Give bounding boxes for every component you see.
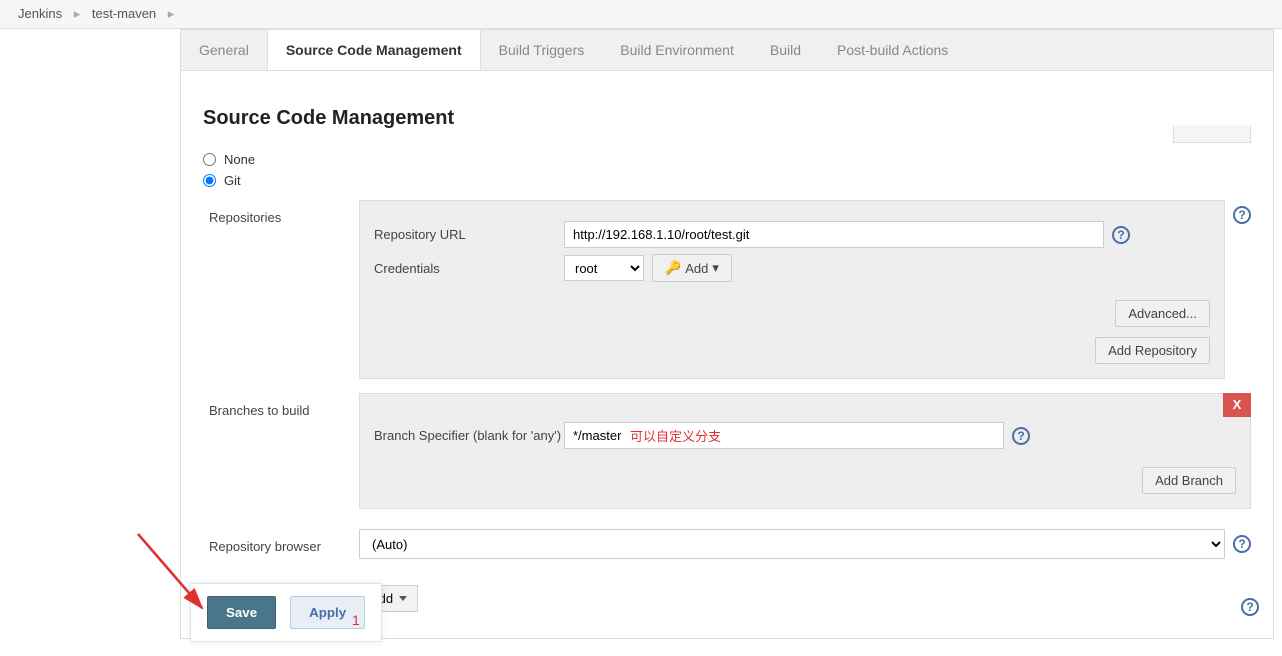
config-tabs: General Source Code Management Build Tri… — [180, 29, 1274, 70]
credentials-select[interactable]: root — [564, 255, 644, 281]
add-repository-button[interactable]: Add Repository — [1095, 337, 1210, 364]
add-credentials-button[interactable]: 🔑 Add ▾ — [652, 254, 732, 282]
add-branch-row: Add Branch — [374, 467, 1236, 494]
dropdown-caret-icon: ▾ — [712, 260, 719, 276]
ghost-button — [1173, 125, 1251, 143]
advanced-button[interactable]: Advanced... — [1115, 300, 1210, 327]
branches-label: Branches to build — [209, 393, 359, 509]
help-icon[interactable]: ? — [1012, 427, 1030, 445]
repo-browser-row: Repository browser (Auto) ? — [209, 529, 1251, 559]
credentials-label: Credentials — [374, 261, 564, 276]
chevron-right-icon: ▸ — [74, 6, 81, 21]
tab-source-code-management[interactable]: Source Code Management — [267, 30, 481, 70]
tab-build-environment[interactable]: Build Environment — [602, 30, 752, 70]
repo-right-buttons: Advanced... — [374, 300, 1210, 327]
scm-none-row[interactable]: None — [203, 152, 1251, 167]
config-panel: Source Code Management None Git Reposito… — [180, 70, 1274, 639]
scm-git-row[interactable]: Git — [203, 173, 1251, 188]
key-icon: 🔑 — [665, 260, 681, 276]
help-icon[interactable]: ? — [1233, 206, 1251, 224]
branches-body: X Branch Specifier (blank for 'any') 可以自… — [359, 393, 1251, 509]
save-button[interactable]: Save — [207, 596, 276, 629]
breadcrumb: Jenkins ▸ test-maven ▸ — [0, 0, 1282, 29]
scm-git-label: Git — [224, 173, 241, 188]
repo-url-row: Repository URL ? — [374, 221, 1210, 248]
tab-build[interactable]: Build — [752, 30, 819, 70]
repositories-label: Repositories — [209, 200, 359, 379]
help-icon[interactable]: ? — [1241, 598, 1259, 616]
tab-general[interactable]: General — [181, 30, 267, 70]
tab-post-build-actions[interactable]: Post-build Actions — [819, 30, 966, 70]
scm-none-radio[interactable] — [203, 153, 216, 166]
add-repo-row: Add Repository — [374, 337, 1210, 364]
repositories-body: Repository URL ? Credentials root 🔑 Add … — [359, 200, 1225, 379]
credentials-row: Credentials root 🔑 Add ▾ — [374, 254, 1210, 282]
branch-spec-input[interactable] — [564, 422, 1004, 449]
breadcrumb-job[interactable]: test-maven — [92, 6, 156, 21]
repo-browser-select[interactable]: (Auto) — [359, 529, 1225, 559]
scm-git-radio[interactable] — [203, 174, 216, 187]
caret-down-icon — [399, 596, 407, 601]
breadcrumb-root[interactable]: Jenkins — [18, 6, 62, 21]
help-icon[interactable]: ? — [1112, 226, 1130, 244]
help-icon[interactable]: ? — [1233, 535, 1251, 553]
branches-block: Branches to build X Branch Specifier (bl… — [209, 393, 1251, 509]
branch-spec-row: Branch Specifier (blank for 'any') 可以自定义… — [374, 422, 1236, 449]
delete-branch-button[interactable]: X — [1223, 393, 1251, 417]
add-branch-button[interactable]: Add Branch — [1142, 467, 1236, 494]
annotation-one: 1 — [352, 612, 360, 628]
chevron-right-icon: ▸ — [168, 6, 175, 21]
repositories-block: Repositories Repository URL ? Credential… — [209, 200, 1251, 379]
branch-spec-label: Branch Specifier (blank for 'any') — [374, 428, 564, 443]
tab-build-triggers[interactable]: Build Triggers — [481, 30, 603, 70]
add-credentials-label: Add — [685, 261, 708, 276]
section-title: Source Code Management — [203, 107, 1251, 130]
repo-url-input[interactable] — [564, 221, 1104, 248]
scm-none-label: None — [224, 152, 255, 167]
repo-url-label: Repository URL — [374, 227, 564, 242]
repo-browser-label: Repository browser — [209, 535, 359, 554]
